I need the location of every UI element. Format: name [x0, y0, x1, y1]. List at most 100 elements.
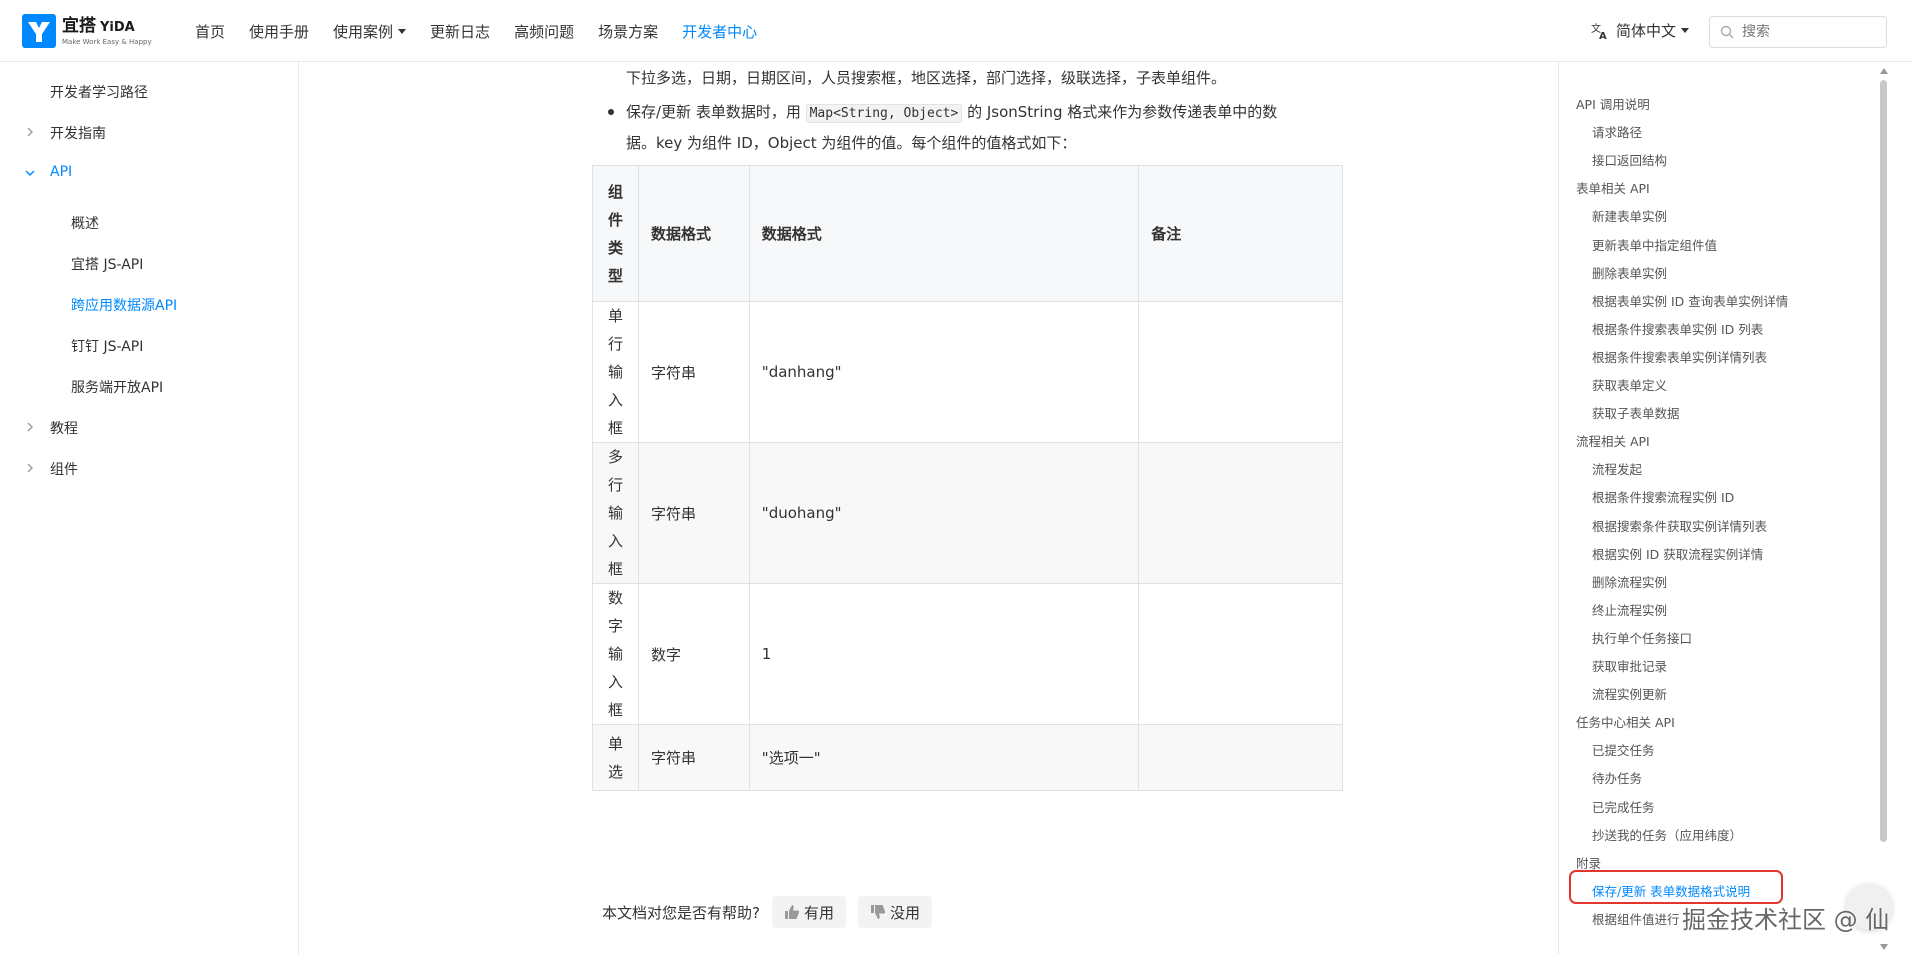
sidebar-item[interactable]: 宜搭 JS-API — [71, 254, 143, 274]
table-cell: "选项一" — [748, 724, 1140, 791]
logo-name-en: YiDA — [100, 19, 135, 35]
scroll-up-arrow[interactable] — [1880, 68, 1888, 74]
sidebar-item[interactable]: 服务端开放API — [71, 377, 163, 397]
sidebar-item-label: 宜搭 JS-API — [71, 257, 144, 273]
toc-item[interactable]: 删除表单实例 — [1592, 263, 1667, 282]
sidebar-item-label: 教程 — [50, 421, 78, 437]
sidebar-item-label: 概述 — [71, 216, 99, 232]
sidebar-item[interactable]: 组件 — [27, 459, 78, 479]
inline-code: Map<String, Object> — [805, 104, 963, 123]
table-cell: 单行输入框 — [592, 301, 639, 443]
table-of-contents: API 调用说明请求路径接口返回结构表单相关 API 新建表单实例更新表单中指定组… — [1558, 62, 1888, 954]
table-cell: 字符串 — [637, 442, 750, 584]
table-cell: 数字输入框 — [592, 583, 639, 725]
sidebar-item[interactable]: 钉钉 JS-API — [71, 336, 143, 356]
toc-item[interactable]: 根据实例 ID 获取流程实例详情 — [1592, 544, 1763, 563]
toc-item[interactable]: 执行单个任务接口 — [1592, 628, 1692, 647]
sidebar-item-label: 服务端开放API — [71, 380, 164, 396]
sidebar-item[interactable]: 开发指南 — [27, 123, 106, 143]
toc-item[interactable]: 获取表单定义 — [1592, 375, 1667, 394]
chevron-right-icon[interactable] — [24, 462, 36, 474]
toc-item[interactable]: 任务中心相关 API — [1576, 712, 1675, 731]
toc-item[interactable]: 保存/更新 表单数据格式说明 — [1592, 881, 1750, 900]
chevron-right-icon[interactable] — [24, 421, 36, 433]
sidebar-item[interactable]: 跨应用数据源API — [71, 295, 177, 315]
useless-label: 没用 — [889, 903, 920, 922]
scroll-down-arrow[interactable] — [1880, 944, 1888, 950]
feedback-question: 本文档对您是否有帮助? — [602, 903, 760, 922]
table-cell: 单选 — [592, 724, 639, 791]
table-cell — [1138, 442, 1343, 584]
nav-item[interactable]: 首页 — [195, 21, 225, 42]
toc-item[interactable]: 流程发起 — [1592, 459, 1642, 478]
toc-item[interactable]: 请求路径 — [1592, 122, 1642, 141]
toc-item[interactable]: 获取子表单数据 — [1592, 403, 1680, 422]
table-header-cell: 备注 — [1138, 165, 1343, 302]
language-switcher[interactable]: 文 A 简体中文 — [1590, 20, 1690, 41]
table-row: 数字输入框 数字 1 — [592, 583, 1343, 725]
sidebar-item[interactable]: 教程 — [27, 418, 78, 438]
toc-item[interactable]: 待办任务 — [1592, 768, 1642, 787]
table-row: 多行输入框 字符串 "duohang" — [592, 442, 1343, 584]
table-cell: 多行输入框 — [592, 442, 639, 584]
toc-item[interactable]: 获取审批记录 — [1592, 656, 1667, 675]
bullet-dot — [608, 109, 614, 115]
search-box[interactable] — [1709, 16, 1887, 48]
table-header-cell: 数据格式 — [637, 165, 750, 302]
thumbs-down-icon — [870, 905, 886, 919]
table-cell: 1 — [748, 583, 1140, 725]
toc-item[interactable]: 流程相关 API — [1576, 431, 1650, 450]
table-row: 单行输入框 字符串 "danhang" — [592, 301, 1343, 443]
toc-item[interactable]: 终止流程实例 — [1592, 600, 1667, 619]
toc-item[interactable]: 根据组件值进行 — [1592, 909, 1680, 928]
toc-item[interactable]: 根据表单实例 ID 查询表单实例详情 — [1592, 291, 1788, 310]
chevron-down-icon[interactable] — [24, 167, 36, 179]
toc-scrollbar[interactable] — [1880, 80, 1887, 842]
toc-item[interactable]: 更新表单中指定组件值 — [1592, 235, 1717, 254]
logo-tagline: Make Work Easy & Happy — [62, 37, 152, 46]
sidebar-item-label: 组件 — [50, 462, 78, 478]
toc-item[interactable]: 表单相关 API — [1576, 178, 1650, 197]
toc-item[interactable]: 已提交任务 — [1592, 740, 1655, 759]
thumbs-up-icon — [784, 905, 800, 919]
sidebar-item[interactable]: API — [25, 164, 73, 180]
toc-item[interactable]: 根据条件搜索流程实例 ID — [1592, 487, 1734, 506]
useful-button[interactable]: 有用 — [771, 896, 846, 928]
table-header-row: 组件类型 数据格式 数据格式 备注 — [592, 165, 1343, 302]
nav-item-label: 开发者中心 — [682, 22, 758, 41]
useless-button[interactable]: 没用 — [857, 896, 932, 928]
sidebar-item-label: 跨应用数据源API — [71, 298, 178, 314]
nav-item[interactable]: 开发者中心 — [682, 21, 757, 42]
toc-item[interactable]: 根据搜索条件获取实例详情列表 — [1592, 516, 1767, 535]
nav-item-label: 高频问题 — [514, 22, 575, 41]
nav-item[interactable]: 使用案例 — [333, 21, 407, 42]
toc-item[interactable]: 抄送我的任务（应用纬度） — [1592, 825, 1742, 844]
nav-item[interactable]: 使用手册 — [249, 21, 309, 42]
svg-text:A: A — [1599, 31, 1607, 41]
sidebar-item[interactable]: 开发者学习路径 — [50, 82, 148, 102]
toc-item[interactable]: 附录 — [1576, 853, 1601, 872]
toc-item[interactable]: API 调用说明 — [1576, 94, 1650, 113]
top-header: 宜搭 YiDA Make Work Easy & Happy 首页 使用手册 使用案例… — [0, 0, 1912, 62]
nav-item[interactable]: 更新日志 — [430, 21, 490, 42]
language-label: 简体中文 — [1616, 22, 1677, 40]
yida-logo-icon — [22, 14, 56, 48]
format-table: 组件类型 数据格式 数据格式 备注 单行输入框 字符串 "danhang" 多行输入框 字符串 "… — [592, 165, 1343, 791]
nav-item-label: 更新日志 — [430, 22, 491, 41]
search-input[interactable] — [1742, 24, 1872, 40]
toc-item[interactable]: 根据条件搜索表单实例详情列表 — [1592, 347, 1767, 366]
table-cell: 数字 — [637, 583, 750, 725]
nav-item[interactable]: 高频问题 — [514, 21, 574, 42]
table-cell — [1138, 724, 1343, 791]
chevron-right-icon[interactable] — [24, 126, 36, 138]
nav-item[interactable]: 场景方案 — [598, 21, 658, 42]
yida-logo[interactable]: 宜搭 YiDA Make Work Easy & Happy — [22, 14, 152, 48]
toc-item[interactable]: 接口返回结构 — [1592, 150, 1667, 169]
toc-item[interactable]: 流程实例更新 — [1592, 684, 1667, 703]
toc-item[interactable]: 删除流程实例 — [1592, 572, 1667, 591]
toc-item[interactable]: 根据条件搜索表单实例 ID 列表 — [1592, 319, 1763, 338]
sidebar-item-label: API — [50, 164, 73, 180]
toc-item[interactable]: 已完成任务 — [1592, 797, 1655, 816]
sidebar-item[interactable]: 概述 — [71, 213, 99, 233]
toc-item[interactable]: 新建表单实例 — [1592, 206, 1667, 225]
